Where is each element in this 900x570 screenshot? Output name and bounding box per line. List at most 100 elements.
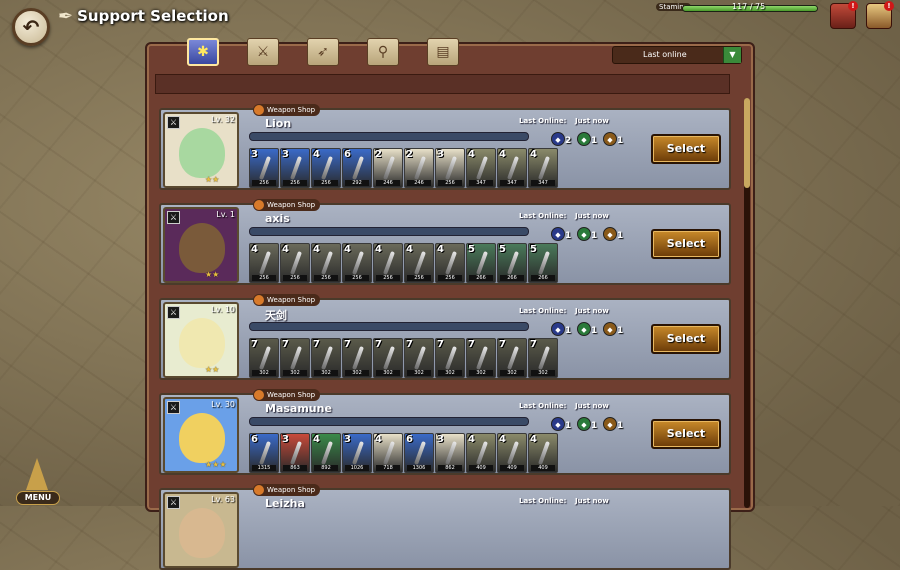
weapon-slot[interactable]: 7 302 bbox=[528, 338, 558, 378]
weapon-power: 302 bbox=[252, 370, 276, 376]
element-count: 1 bbox=[591, 231, 598, 241]
weapon-slot[interactable]: 5 266 bbox=[528, 243, 558, 283]
weapon-slot[interactable]: 7 302 bbox=[466, 338, 496, 378]
weapon-slot[interactable]: 4 718 bbox=[373, 433, 403, 473]
support-row[interactable]: ⚔ Lv. 30 ★★★ Weapon Shop Masamune Last Onl… bbox=[159, 389, 731, 475]
tab-staff[interactable]: ⚲ bbox=[367, 38, 399, 66]
weapon-rank: 4 bbox=[251, 244, 258, 255]
tab-sword[interactable]: ⚔ bbox=[247, 38, 279, 66]
weapon-slot[interactable]: 5 266 bbox=[497, 243, 527, 283]
support-portrait[interactable]: ⚔ Lv. 32 ★★ bbox=[163, 112, 239, 188]
support-portrait[interactable]: ⚔ Lv. 1 ★★ bbox=[163, 207, 239, 283]
tab-book[interactable]: ▤ bbox=[427, 38, 459, 66]
support-level: Lv. 30 bbox=[211, 400, 235, 409]
support-portrait[interactable]: ⚔ Lv. 10 ★★ bbox=[163, 302, 239, 378]
name-bar bbox=[249, 227, 529, 236]
element-icon: ◆ bbox=[603, 132, 617, 146]
sort-toggle-button[interactable]: ▼ bbox=[723, 47, 741, 63]
support-name: axis bbox=[265, 212, 290, 225]
weapon-slot[interactable]: 2 246 bbox=[373, 148, 403, 188]
quest-book-icon[interactable]: ! bbox=[866, 1, 894, 29]
weapon-shop-tag: Weapon Shop bbox=[253, 104, 321, 116]
weapon-slot[interactable]: 4 347 bbox=[497, 148, 527, 188]
weapon-slot[interactable]: 6 292 bbox=[342, 148, 372, 188]
support-row[interactable]: ⚔ Lv. 10 ★★ Weapon Shop 天剑 Last Online: Jus… bbox=[159, 294, 731, 380]
select-button[interactable]: Select bbox=[651, 324, 721, 354]
weapon-power: 1026 bbox=[345, 465, 369, 471]
weapon-slot[interactable]: 4 347 bbox=[466, 148, 496, 188]
weapon-slot[interactable]: 4 256 bbox=[311, 148, 341, 188]
weapon-rank: 4 bbox=[313, 434, 320, 445]
weapon-icon bbox=[352, 251, 364, 275]
shop-label: Weapon Shop bbox=[267, 486, 316, 494]
support-row[interactable]: ⚔ Lv. 1 ★★ Weapon Shop axis Last Online: Ju… bbox=[159, 199, 731, 285]
weapon-slot[interactable]: 3 1026 bbox=[342, 433, 372, 473]
weapon-slot[interactable]: 7 302 bbox=[249, 338, 279, 378]
weapon-power: 302 bbox=[500, 370, 524, 376]
weapon-slot[interactable]: 4 256 bbox=[435, 243, 465, 283]
scrollbar-thumb[interactable] bbox=[744, 98, 750, 188]
support-panel: ✱ ⚔ ➶ ⚲ ▤ Last online ▼ ⚔ Lv. 32 ★★ Weap… bbox=[145, 38, 755, 570]
support-portrait[interactable]: ⚔ Lv. 30 ★★★ bbox=[163, 397, 239, 473]
weapon-slot[interactable]: 4 256 bbox=[249, 243, 279, 283]
weapon-rank: 4 bbox=[468, 434, 475, 445]
rarity-stars: ★★ bbox=[205, 270, 220, 279]
weapon-slot[interactable]: 6 1315 bbox=[249, 433, 279, 473]
weapon-slot[interactable]: 6 1306 bbox=[404, 433, 434, 473]
character-icon[interactable]: ! bbox=[830, 1, 858, 29]
weapon-slot[interactable]: 7 302 bbox=[311, 338, 341, 378]
class-icon: ⚔ bbox=[167, 401, 180, 414]
weapon-rank: 5 bbox=[499, 244, 506, 255]
scrollbar[interactable] bbox=[744, 98, 750, 508]
shop-label: Weapon Shop bbox=[267, 296, 316, 304]
menu-button[interactable]: MENU bbox=[12, 458, 62, 508]
weapon-slot[interactable]: 4 256 bbox=[311, 243, 341, 283]
weapon-slot[interactable]: 3 256 bbox=[435, 148, 465, 188]
weapon-slot[interactable]: 4 256 bbox=[373, 243, 403, 283]
weapon-power: 302 bbox=[314, 370, 338, 376]
weapon-slot[interactable]: 7 302 bbox=[435, 338, 465, 378]
weapon-slot[interactable]: 4 256 bbox=[342, 243, 372, 283]
weapon-slot[interactable]: 3 256 bbox=[249, 148, 279, 188]
sort-dropdown[interactable]: Last online ▼ bbox=[612, 46, 742, 64]
weapon-slot[interactable]: 7 302 bbox=[342, 338, 372, 378]
tab-bow[interactable]: ➶ bbox=[307, 38, 339, 66]
weapon-power: 246 bbox=[407, 180, 431, 186]
weapon-slot[interactable]: 4 256 bbox=[280, 243, 310, 283]
weapon-rank: 4 bbox=[344, 244, 351, 255]
weapon-slot[interactable]: 4 256 bbox=[404, 243, 434, 283]
select-button[interactable]: Select bbox=[651, 134, 721, 164]
shop-icon bbox=[254, 485, 264, 495]
weapon-icon bbox=[507, 251, 519, 275]
page-title: Support Selection bbox=[77, 7, 229, 25]
support-name: Lion bbox=[265, 117, 292, 130]
last-online-value: Just now bbox=[575, 497, 609, 505]
weapon-slot[interactable]: 3 862 bbox=[435, 433, 465, 473]
weapon-rank: 4 bbox=[375, 244, 382, 255]
weapon-icon bbox=[321, 251, 333, 275]
weapon-slot[interactable]: 4 409 bbox=[466, 433, 496, 473]
class-icon: ⚔ bbox=[167, 116, 180, 129]
weapon-slot[interactable]: 7 302 bbox=[404, 338, 434, 378]
weapon-slot[interactable]: 4 347 bbox=[528, 148, 558, 188]
support-row[interactable]: ⚔ Lv. 63 Weapon Shop Leizha Last Online: Ju… bbox=[159, 484, 731, 570]
weapon-slot[interactable]: 3 256 bbox=[280, 148, 310, 188]
weapon-power: 302 bbox=[345, 370, 369, 376]
weapon-slot[interactable]: 5 266 bbox=[466, 243, 496, 283]
weapon-slot[interactable]: 7 302 bbox=[373, 338, 403, 378]
select-button[interactable]: Select bbox=[651, 419, 721, 449]
weapon-slot[interactable]: 4 892 bbox=[311, 433, 341, 473]
tab-all[interactable]: ✱ bbox=[187, 38, 219, 66]
weapon-power: 256 bbox=[407, 275, 431, 281]
back-button[interactable]: ↶ bbox=[12, 8, 50, 46]
weapon-slot[interactable]: 4 409 bbox=[497, 433, 527, 473]
weapon-slot[interactable]: 7 302 bbox=[280, 338, 310, 378]
support-portrait[interactable]: ⚔ Lv. 63 bbox=[163, 492, 239, 568]
weapon-slot[interactable]: 7 302 bbox=[497, 338, 527, 378]
weapon-rank: 4 bbox=[375, 434, 382, 445]
weapon-slot[interactable]: 2 246 bbox=[404, 148, 434, 188]
weapon-slot[interactable]: 4 409 bbox=[528, 433, 558, 473]
weapon-slot[interactable]: 3 863 bbox=[280, 433, 310, 473]
select-button[interactable]: Select bbox=[651, 229, 721, 259]
support-row[interactable]: ⚔ Lv. 32 ★★ Weapon Shop Lion Last Online: J… bbox=[159, 104, 731, 190]
